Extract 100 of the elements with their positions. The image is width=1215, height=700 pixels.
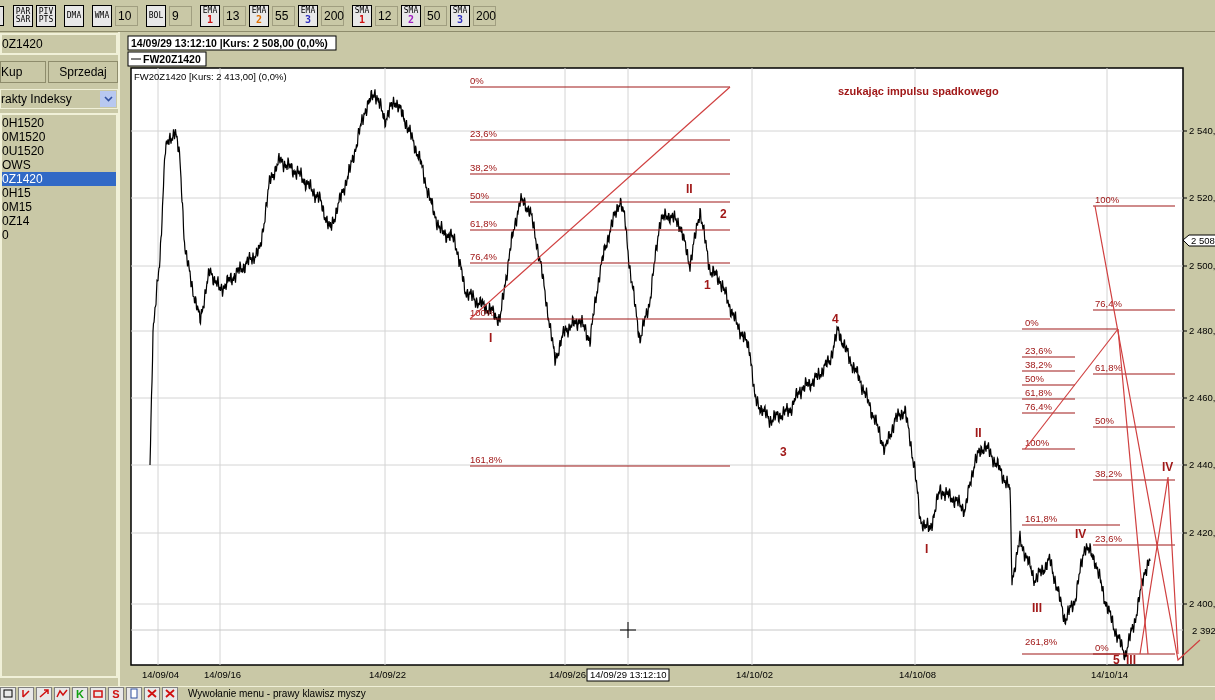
fibonacci-level-label: 61,8% [1025, 387, 1052, 398]
close-icon[interactable] [162, 687, 178, 700]
wave-label: II [975, 426, 982, 440]
indicator-period-field[interactable]: 200 [321, 5, 344, 26]
wave-label: 3 [780, 445, 787, 459]
fibonacci-level-label: 0% [1025, 317, 1039, 328]
instrument-list-item[interactable]: 0 [2, 228, 116, 242]
y-axis-label: 2 400, [1189, 598, 1215, 609]
instrument-list-item[interactable]: 0H1520 [2, 116, 116, 130]
tool-button[interactable]: S [108, 687, 124, 700]
fibonacci-level-label: 61,8% [470, 218, 497, 229]
indicator-period-field[interactable]: 55 [272, 5, 295, 26]
fibonacci-level-line [1021, 398, 1076, 400]
indicator-button[interactable]: SMA 1 [352, 4, 372, 27]
indicator-period-field[interactable]: 12 [375, 5, 398, 26]
fibonacci-level-label: 50% [1095, 415, 1114, 426]
fibonacci-level-label: 23,6% [1095, 533, 1122, 544]
fibonacci-level-label: 161,8% [470, 454, 503, 465]
close-icon[interactable] [144, 687, 160, 700]
instrument-list-item[interactable]: 0Z1420 [2, 172, 116, 186]
fibonacci-level-label: 38,2% [1025, 359, 1052, 370]
instrument-field[interactable]: 0Z1420 [0, 33, 118, 55]
wave-label: IV [1075, 527, 1087, 541]
document-icon[interactable] [126, 687, 142, 700]
indicator-button[interactable]: PAR SAR [13, 4, 33, 27]
category-dropdown[interactable]: rakty Indeksy [0, 89, 118, 109]
chevron-down-icon [100, 91, 116, 107]
indicator-button[interactable]: EMA 3 [298, 4, 318, 27]
x-axis-label: 14/10/14 [1091, 669, 1128, 680]
indicator-period-field[interactable]: 9 [169, 5, 192, 26]
fibonacci-level-label: 76,4% [1095, 298, 1122, 309]
wave-label: 2 [720, 207, 727, 221]
last-price-marker: 2 508 [1182, 234, 1215, 247]
crosshair-icon [619, 621, 637, 639]
y-axis-label: 2 500, [1189, 260, 1215, 271]
wave-label: 5 [1113, 653, 1120, 667]
wave-label: III [1126, 653, 1136, 667]
fibonacci-level-label: 0% [470, 75, 484, 86]
status-text: Wywołanie menu - prawy klawisz myszy [188, 687, 366, 700]
x-axis-label: 14/09/22 [369, 669, 406, 680]
indicator-button[interactable]: EMA 1 [200, 4, 220, 27]
instrument-list-item[interactable]: 0M1520 [2, 130, 116, 144]
x-axis-label: 14/09/04 [142, 669, 179, 680]
wave-label: 1 [704, 278, 711, 292]
wave-label: I [925, 542, 929, 556]
fibonacci-level-label: 50% [1025, 373, 1044, 384]
chart-annotation: szukając impulsu spadkowego [838, 85, 999, 97]
x-axis-label: 14/10/02 [736, 669, 773, 680]
fibonacci-level-label: 50% [470, 190, 489, 201]
wave-label: III [1032, 601, 1042, 615]
indicator-button[interactable]: BOL [146, 4, 166, 27]
fibonacci-level-line [1021, 384, 1076, 386]
fibonacci-level-line [1021, 412, 1076, 414]
y-axis-label: 2 460, [1189, 392, 1215, 403]
square-icon[interactable] [0, 687, 16, 700]
instrument-list-item[interactable]: 0U1520 [2, 144, 116, 158]
indicator-button[interactable]: EMA 2 [249, 4, 269, 27]
x-axis-label: 14/09/26 [549, 669, 586, 680]
fibonacci-level-label: 161,8% [1025, 513, 1058, 524]
instrument-list-item[interactable]: OWS [2, 158, 116, 172]
indicator-period-field[interactable]: 13 [223, 5, 246, 26]
y-axis-label: 2 420, [1189, 527, 1215, 538]
wave-label: I [489, 331, 493, 345]
wave-label: IV [1162, 460, 1174, 474]
indicator-button[interactable]: SMA 2 [401, 4, 421, 27]
fibonacci-level-line [1021, 370, 1076, 372]
frame-icon[interactable] [90, 687, 106, 700]
y-axis-label: 2 480, [1189, 325, 1215, 336]
fibonacci-level-label: 23,6% [1025, 345, 1052, 356]
buy-button[interactable]: Kup [0, 61, 46, 83]
fibonacci-level-label: 76,4% [470, 251, 497, 262]
fibonacci-level-label: 38,2% [1095, 468, 1122, 479]
wave-label: 4 [832, 312, 839, 326]
x-axis-label: 14/09/16 [204, 669, 241, 680]
sell-button[interactable]: Sprzedaj [48, 61, 118, 83]
instrument-list-item[interactable]: 0Z14 [2, 214, 116, 228]
fibonacci-level-label: 100% [1095, 194, 1120, 205]
fibonacci-level-label: 261,8% [1025, 636, 1058, 647]
indicator-period-field[interactable]: 10 [115, 5, 138, 26]
cursor-price-label: 2 392 [1192, 625, 1215, 636]
fibonacci-level-label: 38,2% [470, 162, 497, 173]
indicator-period-field[interactable]: 50 [424, 5, 447, 26]
fibonacci-level-label: 0% [1095, 642, 1109, 653]
indicator-button[interactable]: SMA 3 [450, 4, 470, 27]
x-axis-label: 14/10/08 [899, 669, 936, 680]
instrument-list-item[interactable]: 0H15 [2, 186, 116, 200]
indicator-button[interactable]: DMA [64, 4, 84, 27]
toolbar-button[interactable] [0, 5, 4, 26]
series-legend: FW20Z1420 [127, 51, 207, 67]
indicator-button[interactable]: PIV PTS [36, 4, 56, 27]
y-axis-label: 2 540, [1189, 125, 1215, 136]
indicator-button[interactable]: WMA [92, 4, 112, 27]
y-axis-label: 2 440, [1189, 459, 1215, 470]
cursor-readout: 14/09/29 13:12:10 |Kurs: 2 508,00 (0,0%) [127, 35, 337, 51]
cursor-date-label: 14/09/29 13:12:10 [586, 668, 670, 682]
y-axis-label: 2 520, [1189, 192, 1215, 203]
instrument-list-item[interactable]: 0M15 [2, 200, 116, 214]
fibonacci-level-label: 76,4% [1025, 401, 1052, 412]
zigzag-icon[interactable] [54, 687, 70, 700]
indicator-period-field[interactable]: 200 [473, 5, 496, 26]
